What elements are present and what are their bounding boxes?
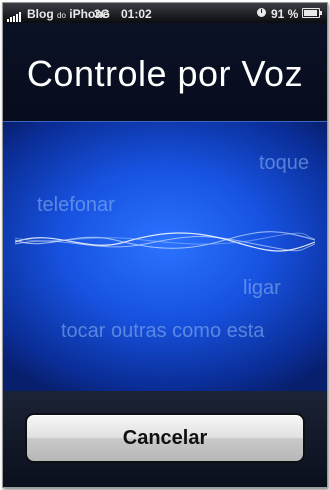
voice-hint: ligar [243,277,281,299]
clock: 01:02 [121,7,152,21]
signal-icon [7,8,22,22]
phone-screen: Blog do iPhone 3G 01:02 91 % Controle po… [2,2,328,488]
alarm-icon [257,8,266,17]
battery-icon [302,8,322,18]
voice-waveform [15,231,315,252]
network-type: 3G [94,7,111,21]
bottom-bar: Cancelar [3,391,327,487]
status-bar: Blog do iPhone 3G 01:02 91 % [3,3,327,23]
voice-hint: telefonar [37,194,115,216]
voice-hint: tocar outras como esta [61,320,265,342]
header: Controle por Voz [3,23,327,121]
page-title: Controle por Voz [26,53,304,94]
battery-percent: 91 % [271,7,299,21]
carrier-small-label: do [57,11,66,20]
voice-control-panel[interactable]: toque telefonar ligar tocar outras como … [3,121,327,393]
cancel-button[interactable]: Cancelar [25,413,305,463]
battery-fill [304,10,317,16]
carrier-label: Blog [27,7,54,21]
voice-hint: toque [259,152,310,174]
